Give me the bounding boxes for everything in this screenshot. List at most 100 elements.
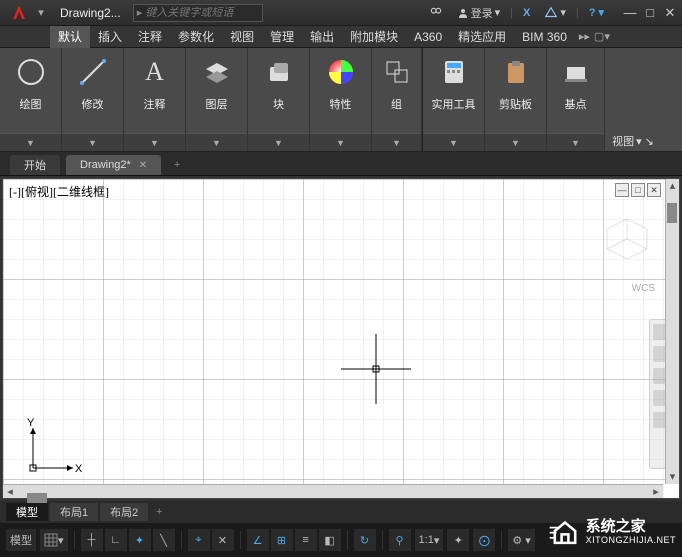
panel-dd[interactable]: ▼	[485, 134, 546, 151]
group-button[interactable]: 组	[378, 52, 415, 112]
document-tabs: 开始 Drawing2*✕ +	[0, 152, 682, 176]
login-label: 登录	[471, 5, 493, 21]
tab-parametric[interactable]: 参数化	[170, 26, 222, 48]
annoauto-toggle[interactable]: ⨀	[473, 529, 495, 551]
panel-dd[interactable]: ▼	[423, 134, 484, 151]
view-panel-label[interactable]: 视图 ▾ ↘	[612, 133, 654, 149]
annoviz-toggle[interactable]: ✦	[447, 529, 469, 551]
maximize-button[interactable]: □	[642, 5, 658, 21]
search-input[interactable]	[145, 7, 245, 19]
tab-manage[interactable]: 管理	[262, 26, 302, 48]
transparency-toggle[interactable]: ◧	[319, 529, 341, 551]
workspace-button[interactable]: ⚙ ▾	[508, 529, 534, 551]
clipboard-icon	[498, 54, 534, 90]
layout-2[interactable]: 布局2	[100, 503, 148, 521]
scrollbar-vertical[interactable]: ▴▾	[665, 179, 679, 484]
search-box[interactable]: ▸	[133, 4, 263, 22]
ribbon-min-icon[interactable]: ▢▾	[594, 30, 610, 43]
minimize-button[interactable]: —	[622, 5, 638, 21]
login-button[interactable]: 登录 ▾	[453, 3, 505, 23]
tab-addins[interactable]: 附加模块	[342, 26, 406, 48]
tab-a360[interactable]: A360	[406, 26, 450, 48]
infocenter-icon[interactable]	[425, 4, 447, 22]
polar-toggle[interactable]: ✦	[129, 529, 151, 551]
otrack-toggle[interactable]: ∠	[247, 529, 269, 551]
vp-maximize-icon[interactable]: □	[631, 183, 645, 197]
dyn-toggle[interactable]: ⊞	[271, 529, 293, 551]
modify-button[interactable]: 修改	[68, 52, 117, 112]
ribbon-tabs: 默认 插入 注释 参数化 视图 管理 输出 附加模块 A360 精选应用 BIM…	[0, 26, 682, 48]
osnap-toggle[interactable]: ⌖	[188, 529, 210, 551]
tab-add-button[interactable]: +	[167, 155, 187, 175]
a360-icon[interactable]: ▾	[540, 4, 570, 22]
search-dropdown-icon[interactable]: ▸	[134, 6, 146, 19]
panel-dd[interactable]: ▼	[372, 134, 421, 151]
tab-annotate[interactable]: 注释	[130, 26, 170, 48]
move-icon	[75, 54, 111, 90]
panel-properties: 特性 ▼	[310, 48, 372, 151]
tab-close-icon[interactable]: ✕	[139, 160, 147, 171]
3dosnap-toggle[interactable]: ✕	[212, 529, 234, 551]
vp-close-icon[interactable]: ✕	[647, 183, 661, 197]
lineweight-toggle[interactable]: ≡	[295, 529, 317, 551]
ucs-icon[interactable]: X Y	[23, 418, 83, 478]
grid-toggle[interactable]: ▾	[40, 529, 68, 551]
panel-dd[interactable]: ▼	[124, 134, 185, 151]
cycling-toggle[interactable]: ↻	[354, 529, 376, 551]
properties-button[interactable]: 特性	[316, 52, 365, 112]
utilities-button[interactable]: 实用工具	[429, 52, 478, 112]
document-title: Drawing2...	[48, 6, 133, 20]
panel-dd[interactable]: ▼	[248, 134, 309, 151]
panel-basepoint: 基点 ▼	[547, 48, 605, 151]
panel-dd[interactable]: ▼	[0, 134, 61, 151]
snap-toggle[interactable]: ┼	[81, 529, 103, 551]
close-button[interactable]: ✕	[662, 5, 678, 21]
tab-view[interactable]: 视图	[222, 26, 262, 48]
exchange-icon[interactable]: X	[519, 5, 534, 21]
layout-1[interactable]: 布局1	[50, 503, 98, 521]
tab-output[interactable]: 输出	[302, 26, 342, 48]
grid	[3, 179, 679, 498]
calc-icon	[436, 54, 472, 90]
app-menu-dropdown[interactable]: ▾	[34, 6, 48, 19]
app-logo[interactable]	[4, 2, 34, 24]
scrollbar-horizontal[interactable]: ◂▸	[3, 484, 663, 498]
ribbon: 绘图 ▼ 修改 ▼ A 注释 ▼ 图层 ▼ 块 ▼ 特性 ▼ 组	[0, 48, 682, 152]
wcs-label[interactable]: WCS	[632, 283, 655, 294]
drawing-canvas[interactable]: [-][俯视][二维线框] — □ ✕ WCS X Y ◂▸ ▴▾	[2, 178, 680, 499]
tab-featured[interactable]: 精选应用	[450, 26, 514, 48]
help-icon[interactable]: ? ▾	[585, 4, 608, 21]
layout-add-button[interactable]: +	[150, 503, 168, 521]
viewcube[interactable]	[597, 209, 657, 269]
tab-bim360[interactable]: BIM 360	[514, 26, 575, 48]
iso-toggle[interactable]: ╲	[153, 529, 175, 551]
panel-dd[interactable]: ▼	[62, 134, 123, 151]
status-bar: 模型 ▾ ┼ ∟ ✦ ╲ ⌖ ✕ ∠ ⊞ ≡ ◧ ↻ ⚲ 1:1 ▾ ✦ ⨀ ⚙…	[0, 523, 682, 557]
clipboard-button[interactable]: 剪贴板	[491, 52, 540, 112]
viewport-label[interactable]: [-][俯视][二维线框]	[9, 183, 109, 200]
tab-overflow-icon[interactable]: ▸▸	[579, 30, 590, 43]
tab-default[interactable]: 默认	[50, 26, 90, 48]
annoscale-icon[interactable]: ⚲	[389, 529, 411, 551]
tab-drawing2[interactable]: Drawing2*✕	[66, 155, 161, 175]
basepoint-button[interactable]: 基点	[553, 52, 598, 112]
group-icon	[379, 54, 415, 90]
panel-dd[interactable]: ▼	[310, 134, 371, 151]
panel-dd[interactable]: ▼	[547, 134, 604, 151]
panel-modify: 修改 ▼	[62, 48, 124, 151]
scale-button[interactable]: 1:1 ▾	[415, 529, 444, 551]
ortho-toggle[interactable]: ∟	[105, 529, 127, 551]
layers-button[interactable]: 图层	[192, 52, 241, 112]
svg-text:Y: Y	[27, 418, 35, 429]
panel-block: 块 ▼	[248, 48, 310, 151]
model-space-button[interactable]: 模型	[6, 529, 36, 551]
block-button[interactable]: 块	[254, 52, 303, 112]
tab-start[interactable]: 开始	[10, 155, 60, 175]
tab-insert[interactable]: 插入	[90, 26, 130, 48]
title-bar: ▾ Drawing2... ▸ 登录 ▾ | X ▾ | ? ▾ — □ ✕	[0, 0, 682, 26]
annotate-button[interactable]: A 注释	[130, 52, 179, 112]
vp-minimize-icon[interactable]: —	[615, 183, 629, 197]
panel-dd[interactable]: ▼	[186, 134, 247, 151]
layout-model[interactable]: 模型	[6, 503, 48, 521]
draw-button[interactable]: 绘图	[6, 52, 55, 112]
